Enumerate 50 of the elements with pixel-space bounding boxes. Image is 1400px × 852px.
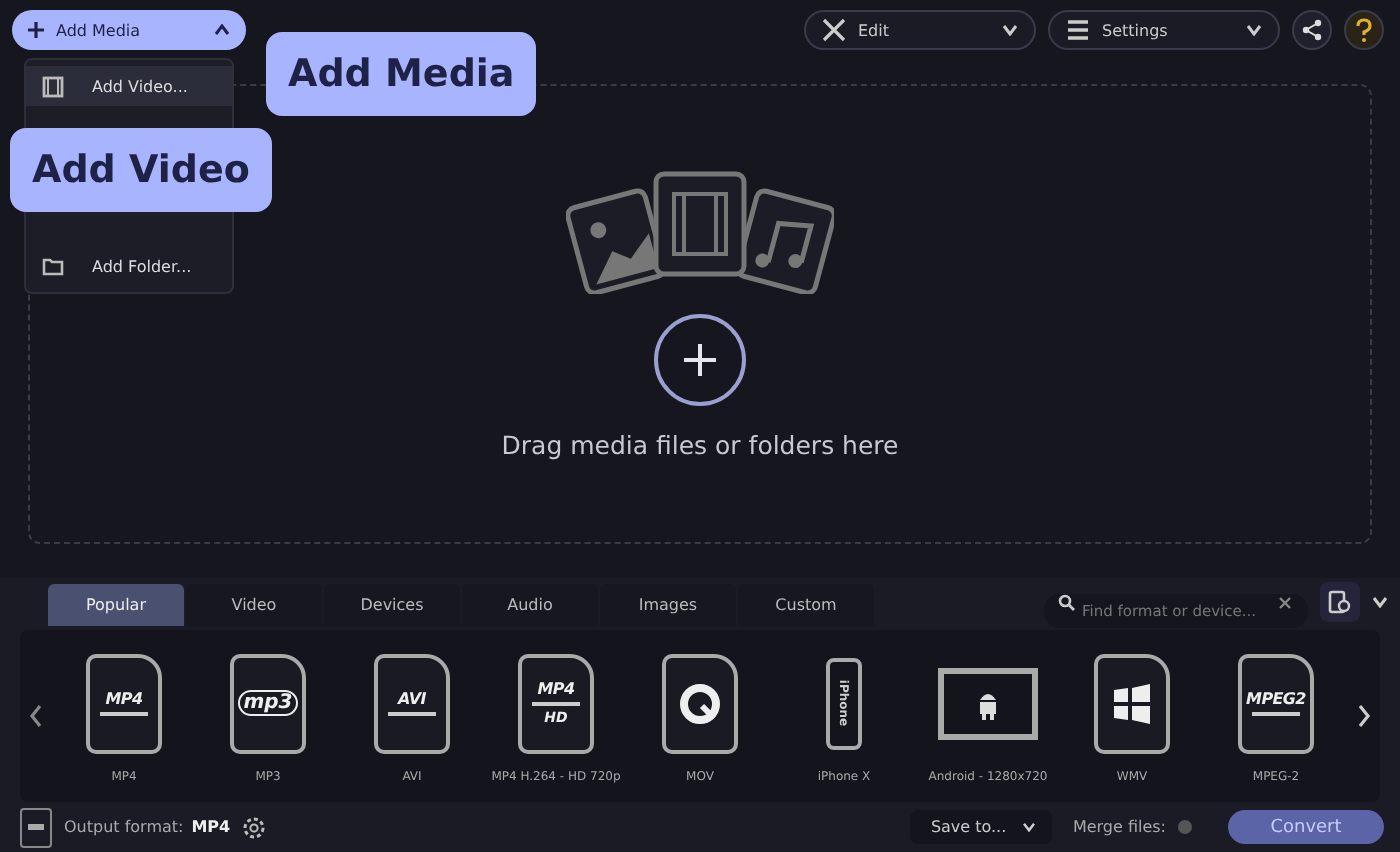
search-icon: [1058, 593, 1076, 611]
plus-icon: [28, 22, 44, 38]
file-icon: [662, 653, 738, 753]
clear-icon: [1278, 595, 1292, 609]
menu-item[interactable]: Add Folder...: [26, 246, 232, 286]
device-detect-button[interactable]: [1320, 582, 1360, 622]
share-icon: [1300, 18, 1324, 42]
merge-files-label: Merge files:: [1072, 818, 1166, 836]
drop-hint: Drag media files or folders here: [501, 430, 899, 460]
caret-icon: [214, 24, 230, 36]
output-format-value: MP4: [191, 818, 231, 836]
folder-icon: [42, 255, 64, 277]
settings-dropdown[interactable]: Settings: [1048, 10, 1280, 50]
convert-button[interactable]: Convert: [1228, 810, 1384, 844]
format-tab[interactable]: Popular: [48, 584, 184, 626]
help-button[interactable]: [1344, 10, 1384, 50]
format-tab[interactable]: Custom: [738, 584, 874, 626]
format-tab[interactable]: Audio: [462, 584, 598, 626]
format-tab[interactable]: Images: [600, 584, 736, 626]
film-icon: [42, 75, 64, 97]
file-icon: [1094, 653, 1170, 753]
file-icon: [20, 807, 52, 847]
output-format-label: Output format:: [64, 818, 184, 836]
add-button[interactable]: [654, 314, 746, 406]
callout-label: Add Video: [10, 128, 272, 212]
settings-icon: [1066, 18, 1090, 42]
chevron-down-icon: [1022, 822, 1037, 832]
file-icon: MPEG2: [1238, 653, 1314, 753]
chevron-down-icon: [1002, 24, 1018, 36]
chevron-down-icon[interactable]: [1372, 596, 1388, 608]
file-icon: AVI: [374, 653, 450, 753]
chevron-right-icon[interactable]: [1356, 704, 1372, 728]
share-button[interactable]: [1292, 10, 1332, 50]
settings-icon[interactable]: [242, 815, 267, 839]
tablet-icon: [938, 667, 1038, 739]
file-icon: MP4: [86, 653, 162, 753]
save-to-button[interactable]: Save to...: [910, 810, 1053, 844]
menu-item[interactable]: Add Video...: [26, 66, 232, 106]
edit-dropdown[interactable]: Edit: [804, 10, 1036, 50]
file-icon: mp3: [230, 653, 306, 753]
callout-label: Add Media: [266, 32, 537, 116]
plus-icon: [682, 342, 718, 378]
merge-toggle[interactable]: [1178, 820, 1192, 834]
add-media-button[interactable]: Add Media: [12, 10, 246, 50]
chevron-left-icon[interactable]: [28, 704, 44, 728]
phone-search-icon: [1328, 590, 1352, 614]
format-tab[interactable]: Video: [186, 584, 322, 626]
chevron-down-icon: [1246, 24, 1262, 36]
format-tab[interactable]: Devices: [324, 584, 460, 626]
help-icon: [1356, 18, 1372, 42]
